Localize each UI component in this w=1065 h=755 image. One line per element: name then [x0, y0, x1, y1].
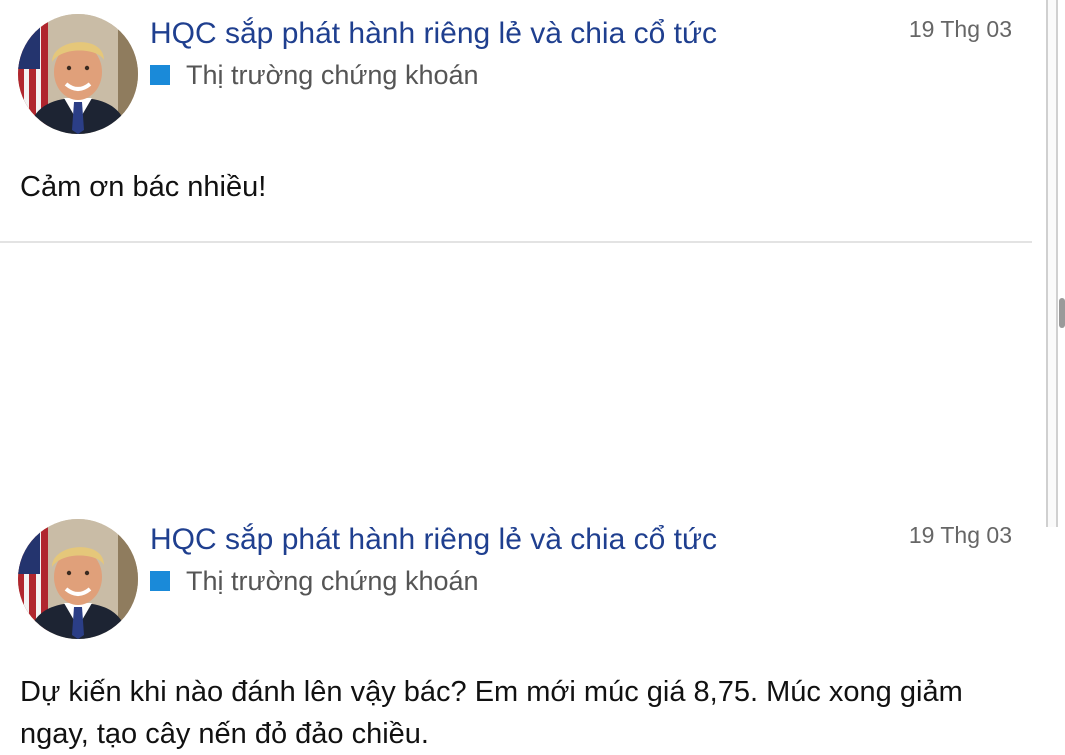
category-square-icon [150, 65, 170, 85]
post-body: Dự kiến khi nào đánh lên vậy bác? Em mới… [20, 676, 963, 750]
post-body: Cảm ơn bác nhiều! [20, 171, 267, 203]
user-avatar[interactable] [18, 14, 138, 134]
avatar-photo-icon [18, 519, 138, 639]
avatar-photo-icon [18, 14, 138, 134]
category-label: Thị trường chứng khoán [186, 59, 479, 90]
post-date: 19 Thg 03 [908, 522, 1012, 548]
post-category[interactable]: Thị trường chứng khoán [150, 59, 479, 91]
post-title-link[interactable]: HQC sắp phát hành riêng lẻ và chia cổ tứ… [150, 16, 717, 52]
post-category[interactable]: Thị trường chứng khoán [150, 565, 479, 597]
scrollbar-thumb[interactable] [1059, 298, 1065, 328]
category-square-icon [150, 571, 170, 591]
post-title-link[interactable]: HQC sắp phát hành riêng lẻ và chia cổ tứ… [150, 522, 717, 558]
user-avatar[interactable] [18, 519, 138, 639]
post-card[interactable]: HQC sắp phát hành riêng lẻ và chia cổ tứ… [0, 0, 1032, 242]
comment-feed: HQC sắp phát hành riêng lẻ và chia cổ tứ… [0, 0, 1040, 750]
category-label: Thị trường chứng khoán [186, 565, 479, 596]
post-card[interactable]: HQC sắp phát hành riêng lẻ và chia cổ tứ… [0, 243, 1032, 750]
post-date: 19 Thg 03 [908, 16, 1012, 42]
scrollbar-track[interactable] [1046, 0, 1058, 527]
